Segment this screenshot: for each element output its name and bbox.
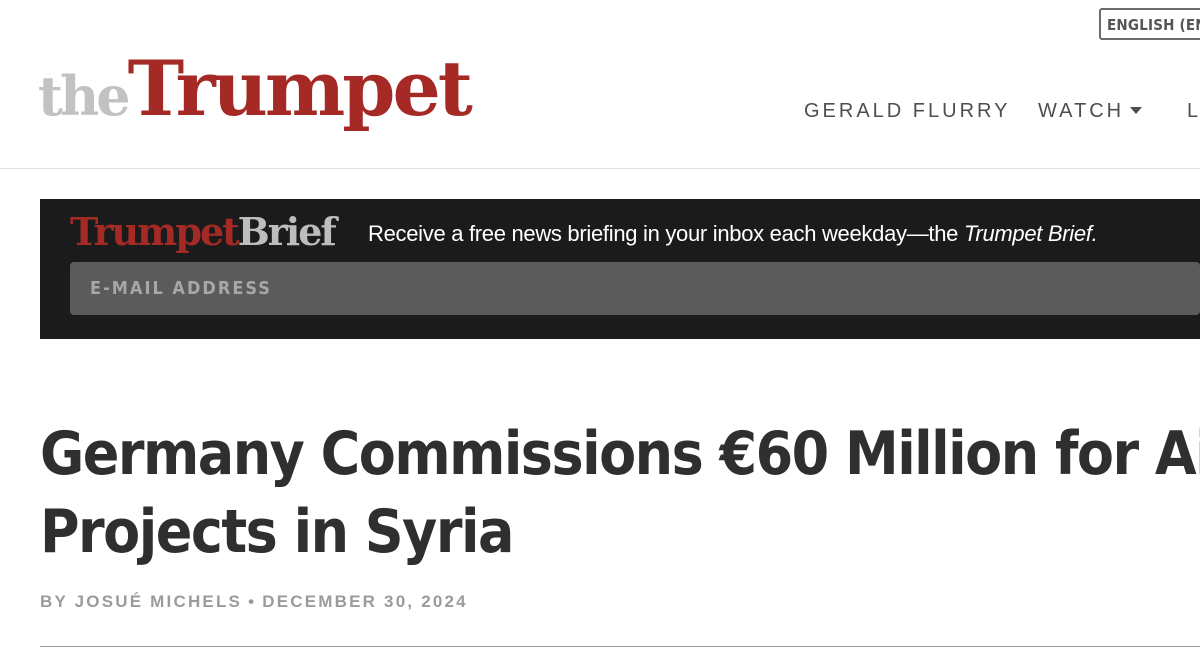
article-headline: Germany Commissions €60 Million for Aid … xyxy=(40,415,1200,571)
language-selector-button[interactable]: ENGLISH (EN) xyxy=(1099,8,1200,40)
headline-line-1: Germany Commissions €60 Million for Aid xyxy=(40,419,1200,489)
trumpet-brief-logo: TrumpetBrief xyxy=(70,209,337,255)
site-logo[interactable]: theTrumpet xyxy=(38,44,473,144)
byline-date: DECEMBER 30, 2024 xyxy=(262,592,468,611)
logo-trumpet: Trumpet xyxy=(127,44,473,133)
chevron-down-icon xyxy=(1130,106,1143,114)
nav-item-watch[interactable]: WATCH xyxy=(1038,100,1143,123)
brief-logo-trumpet: Trumpet xyxy=(70,209,240,254)
logo-the: the xyxy=(38,64,131,128)
brief-promo-emphasis: Trumpet Brief. xyxy=(963,221,1098,246)
byline-separator: • xyxy=(248,592,257,611)
byline-divider xyxy=(40,646,1200,647)
brief-logo-brief: Brief xyxy=(237,209,337,254)
brief-promo-copy: Receive a free news briefing in your inb… xyxy=(368,221,964,246)
brief-promo-text: Receive a free news briefing in your inb… xyxy=(368,221,1098,247)
byline-author[interactable]: BY JOSUÉ MICHELS xyxy=(40,592,242,611)
nav-item-gerald-flurry[interactable]: GERALD FLURRY xyxy=(804,100,1010,123)
trumpet-brief-signup: TrumpetBrief Receive a free news briefin… xyxy=(40,199,1200,339)
nav-item-truncated[interactable]: L xyxy=(1187,100,1200,123)
headline-line-2: Projects in Syria xyxy=(40,497,514,567)
header-divider xyxy=(0,168,1200,169)
article-byline: BY JOSUÉ MICHELS • DECEMBER 30, 2024 xyxy=(40,592,468,612)
email-field[interactable] xyxy=(70,262,1200,315)
nav-item-watch-label: WATCH xyxy=(1038,100,1125,122)
